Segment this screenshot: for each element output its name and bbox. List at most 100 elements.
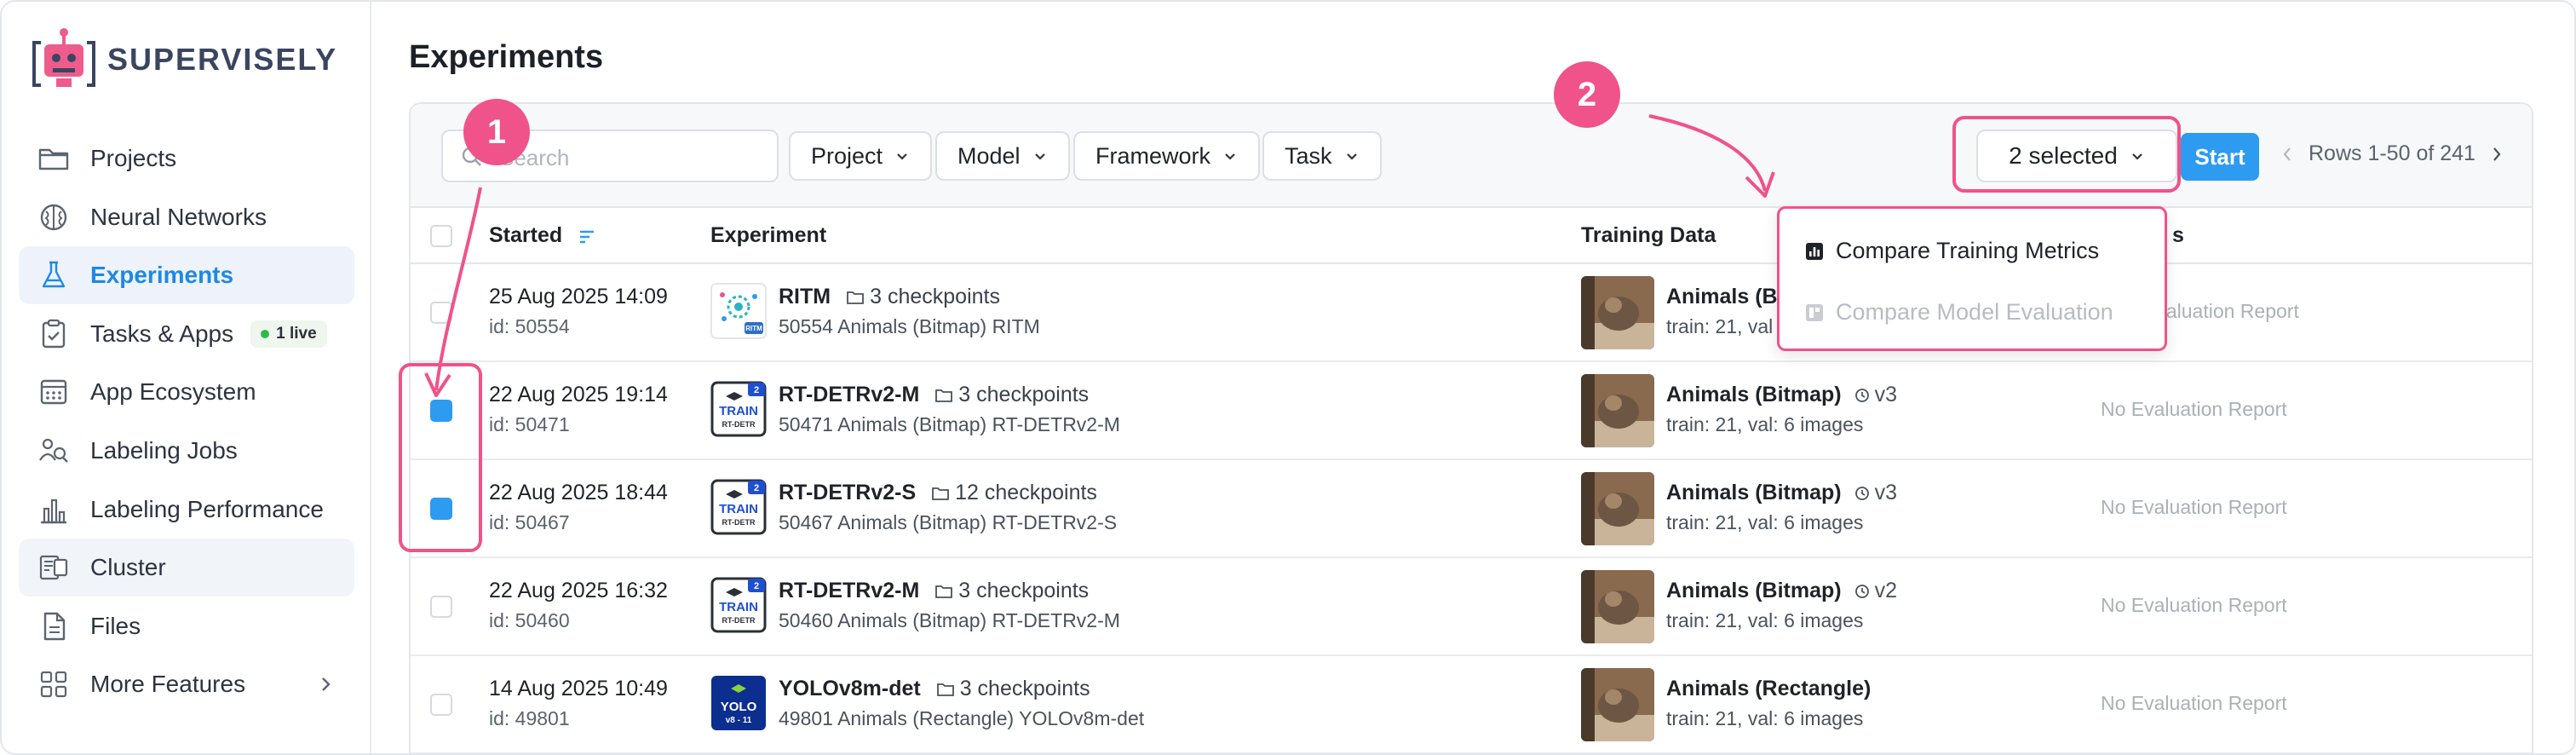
filter-project-dropdown[interactable]: Project bbox=[789, 131, 933, 181]
chevron-down-icon bbox=[1346, 153, 1357, 160]
start-button[interactable]: Start bbox=[2181, 133, 2259, 181]
row-checkbox[interactable] bbox=[430, 498, 452, 520]
training-dataset-name[interactable]: Animals (Rectangle) bbox=[1666, 677, 1871, 701]
filter-model-dropdown[interactable]: Model bbox=[935, 131, 1070, 181]
checkpoints-link[interactable]: 3 checkpoints bbox=[846, 285, 1000, 309]
sidebar-item-more-features[interactable]: More Features bbox=[19, 655, 354, 713]
training-dataset-name[interactable]: Animals (Bit bbox=[1666, 285, 1791, 309]
training-dataset-name[interactable]: Animals (Bitmap) v3 bbox=[1666, 383, 1897, 407]
experiment-id: id: 50471 bbox=[489, 413, 570, 435]
chevron-right-icon[interactable] bbox=[2489, 145, 2504, 164]
train-rt-detr-icon: 2 TRAIN RT-DETR bbox=[710, 381, 767, 437]
version-number: 2 bbox=[754, 581, 759, 591]
sidebar-item-label: Labeling Performance bbox=[90, 495, 324, 522]
experiment-title: YOLOv8m-det bbox=[779, 677, 921, 700]
folder-icon bbox=[847, 291, 865, 304]
sidebar-item-labeling-jobs[interactable]: Labeling Jobs bbox=[19, 422, 354, 480]
row-checkbox[interactable] bbox=[430, 694, 452, 716]
table-row[interactable]: 25 Aug 2025 14:09 id: 50554 RITM RITM 3 … bbox=[411, 264, 2532, 362]
train-rt-detr-icon: 2 TRAIN RT-DETR bbox=[710, 577, 767, 633]
table-row[interactable]: 22 Aug 2025 18:44 id: 50467 2 TRAIN RT-D… bbox=[411, 460, 2532, 558]
dataset-title: Animals (Rectangle) bbox=[1666, 677, 1872, 700]
compare-training-metrics-item[interactable]: Compare Training Metrics bbox=[1805, 238, 2099, 264]
checkpoints-count: 3 checkpoints bbox=[959, 677, 1090, 700]
table-row[interactable]: 14 Aug 2025 10:49 id: 49801 YOLO v8 - 11… bbox=[411, 656, 2532, 753]
sidebar-item-projects[interactable]: Projects bbox=[19, 130, 354, 187]
grid-icon bbox=[40, 671, 67, 698]
select-all-checkbox[interactable] bbox=[430, 225, 452, 247]
sidebar-item-tasks-apps[interactable]: Tasks & Apps 1 live bbox=[19, 305, 354, 363]
pagination-text: Rows 1-50 of 241 bbox=[2309, 141, 2475, 165]
checkpoints-link[interactable]: 12 checkpoints bbox=[931, 481, 1097, 505]
yolo-version-label: v8 - 11 bbox=[726, 716, 752, 725]
rt-detr-thumb-label: RT-DETR bbox=[722, 518, 756, 527]
experiment-name[interactable]: RT-DETRv2-M 3 checkpoints bbox=[779, 383, 1089, 407]
experiments-table-panel: Search Project Model Framework Task 2 se… bbox=[409, 102, 2533, 753]
file-icon bbox=[43, 612, 66, 640]
experiment-name[interactable]: RT-DETRv2-S 12 checkpoints bbox=[779, 481, 1097, 505]
dataset-thumbnail bbox=[1581, 374, 1654, 447]
checkpoints-link[interactable]: 3 checkpoints bbox=[934, 579, 1089, 603]
dataset-split: train: 21, val: 6 images bbox=[1666, 609, 1864, 631]
dataset-split: train: 21, val: 6 images bbox=[1666, 511, 1864, 533]
history-icon bbox=[1854, 388, 1869, 402]
filter-label: Framework bbox=[1095, 142, 1211, 169]
version-number: 2 bbox=[754, 385, 759, 395]
brain-icon bbox=[40, 204, 67, 230]
dataset-split: train: 21, val bbox=[1666, 315, 1774, 337]
chevron-left-icon[interactable] bbox=[2280, 145, 2295, 164]
experiment-name[interactable]: YOLOv8m-det 3 checkpoints bbox=[779, 677, 1090, 701]
logo[interactable]: SUPERVISELY bbox=[27, 26, 337, 94]
experiment-title: RITM bbox=[779, 285, 831, 308]
checkpoints-count: 3 checkpoints bbox=[958, 579, 1090, 602]
dataset-title: Animals (Bitmap) bbox=[1666, 383, 1842, 406]
experiment-name[interactable]: RT-DETRv2-M 3 checkpoints bbox=[779, 579, 1089, 603]
dataset-thumbnail bbox=[1581, 668, 1654, 741]
dataset-version: v3 bbox=[1854, 481, 1897, 505]
experiment-title: RT-DETRv2-M bbox=[779, 579, 920, 602]
cluster-icon bbox=[39, 556, 68, 580]
evaluation-status: No Evaluation Report bbox=[2101, 496, 2287, 518]
table-row[interactable]: 22 Aug 2025 19:14 id: 50471 2 TRAIN RT-D… bbox=[411, 362, 2532, 460]
dataset-thumbnail bbox=[1581, 472, 1654, 545]
sidebar-item-experiments[interactable]: Experiments bbox=[19, 246, 354, 305]
selected-actions-dropdown[interactable]: 2 selected bbox=[1976, 130, 2177, 182]
sidebar-item-label: Cluster bbox=[90, 554, 166, 581]
checkpoints-count: 12 checkpoints bbox=[955, 481, 1097, 504]
sidebar-item-labeling-performance[interactable]: Labeling Performance bbox=[19, 481, 354, 539]
chevron-right-icon[interactable] bbox=[315, 674, 336, 694]
evaluation-status: No Evaluation Report bbox=[2101, 398, 2287, 420]
filter-task-dropdown[interactable]: Task bbox=[1262, 131, 1382, 181]
pagination: Rows 1-50 of 241 bbox=[2280, 141, 2504, 166]
sidebar-item-cluster[interactable]: Cluster bbox=[19, 539, 354, 597]
sidebar-item-label: More Features bbox=[90, 671, 246, 698]
experiment-description: 50467 Animals (Bitmap) RT-DETRv2-S bbox=[779, 511, 1118, 533]
sidebar-item-neural-networks[interactable]: Neural Networks bbox=[19, 188, 354, 246]
dataset-title: Animals (Bitmap) bbox=[1666, 481, 1842, 504]
experiment-description: 50460 Animals (Bitmap) RT-DETRv2-M bbox=[779, 609, 1120, 631]
train-thumb-label: TRAIN bbox=[719, 600, 758, 614]
folder-icon bbox=[932, 487, 950, 500]
rt-detr-thumb-label: RT-DETR bbox=[722, 616, 756, 625]
sort-icon[interactable] bbox=[578, 228, 596, 245]
filter-framework-dropdown[interactable]: Framework bbox=[1073, 131, 1261, 181]
step-2-badge: 2 bbox=[1554, 61, 1620, 128]
column-header-started[interactable]: Started bbox=[489, 223, 562, 248]
people-search-icon bbox=[39, 438, 68, 463]
sidebar-item-app-ecosystem[interactable]: App Ecosystem bbox=[19, 363, 354, 421]
sidebar-item-files[interactable]: Files bbox=[19, 597, 354, 655]
sidebar-item-label: Files bbox=[90, 612, 141, 639]
table-row[interactable]: 22 Aug 2025 16:32 id: 50460 2 TRAIN RT-D… bbox=[411, 558, 2532, 656]
evaluation-status: No Evaluation Report bbox=[2101, 692, 2287, 714]
started-date: 22 Aug 2025 19:14 bbox=[489, 383, 668, 406]
checkpoints-link[interactable]: 3 checkpoints bbox=[934, 383, 1089, 407]
dataset-title: Animals (Bit bbox=[1666, 285, 1791, 308]
training-dataset-name[interactable]: Animals (Bitmap) v3 bbox=[1666, 481, 1897, 505]
compare-model-evaluation-item: Compare Model Evaluation bbox=[1805, 299, 2113, 326]
checkpoints-link[interactable]: 3 checkpoints bbox=[936, 677, 1090, 701]
row-checkbox[interactable] bbox=[430, 302, 452, 324]
training-dataset-name[interactable]: Animals (Bitmap) v2 bbox=[1666, 579, 1897, 603]
row-checkbox[interactable] bbox=[430, 596, 452, 618]
row-checkbox[interactable] bbox=[430, 400, 452, 422]
experiment-name[interactable]: RITM 3 checkpoints bbox=[779, 285, 1000, 309]
